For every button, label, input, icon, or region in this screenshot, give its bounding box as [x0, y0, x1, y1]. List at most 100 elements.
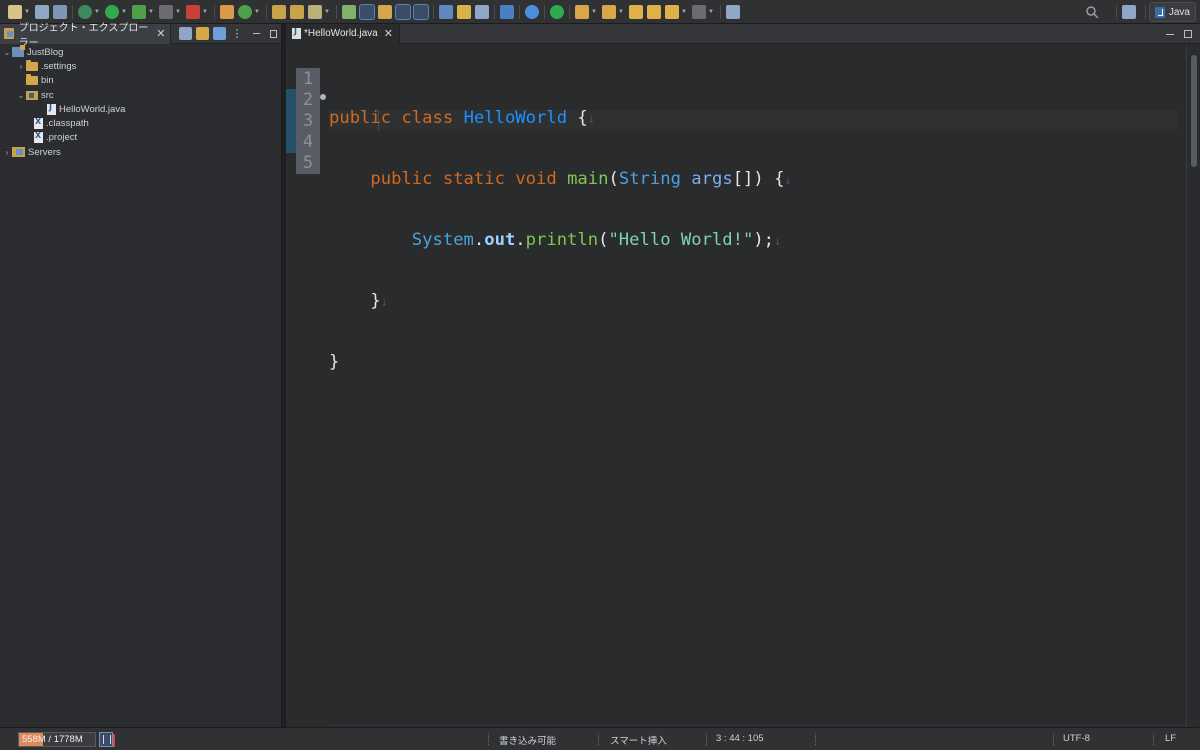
- chevron-down-icon[interactable]: ▼: [148, 7, 154, 17]
- open-task-icon[interactable]: [290, 4, 304, 19]
- tab-helloworld-java[interactable]: *HelloWorld.java ✕: [286, 23, 400, 44]
- filter-icon[interactable]: [212, 27, 226, 40]
- close-icon[interactable]: ✕: [156, 27, 165, 40]
- chevron-down-icon[interactable]: ▼: [24, 7, 30, 17]
- punctuation-token: }: [329, 352, 340, 372]
- word-wrap-icon[interactable]: [395, 3, 411, 20]
- tab-project-explorer[interactable]: プロジェクト・エクスプローラー ✕: [0, 23, 171, 49]
- chevron-down-icon[interactable]: ⌄: [2, 48, 12, 57]
- garbage-collect-icon[interactable]: [99, 732, 113, 747]
- code-line-4: }↓: [329, 291, 792, 312]
- vertical-scrollbar[interactable]: [1186, 45, 1200, 737]
- sync-icon[interactable]: [457, 4, 471, 19]
- run-icon[interactable]: [105, 4, 119, 19]
- tree-item-project[interactable]: .project: [0, 131, 281, 145]
- folder-icon: [26, 74, 38, 86]
- source-folder-icon: [26, 90, 38, 100]
- chevron-down-icon[interactable]: ▼: [324, 7, 330, 17]
- tree-item-classpath[interactable]: .classpath: [0, 116, 281, 130]
- minimize-icon[interactable]: [1166, 33, 1174, 35]
- close-icon[interactable]: ✕: [384, 27, 393, 40]
- spelling-icon[interactable]: [439, 4, 453, 19]
- view-menu-icon[interactable]: ⋮: [232, 27, 243, 40]
- chevron-down-icon[interactable]: ▼: [175, 7, 181, 17]
- override-indicator-icon[interactable]: [320, 94, 326, 100]
- line-delimiter-status[interactable]: LF: [1165, 733, 1176, 744]
- settings-gear-icon[interactable]: [525, 4, 539, 19]
- project-icon: [12, 45, 25, 58]
- punctuation-token: .: [473, 230, 485, 250]
- view-toolbar: ⋮: [177, 27, 247, 40]
- chevron-down-icon[interactable]: ▼: [618, 7, 624, 17]
- line-ending-marker: ↓: [784, 173, 792, 187]
- heap-status[interactable]: 558M / 1778M: [18, 732, 115, 747]
- external-tools-icon[interactable]: [186, 4, 200, 19]
- line-ending-marker: ↓: [380, 295, 388, 309]
- tree-item-helloworld-java[interactable]: HelloWorld.java: [0, 102, 281, 116]
- tree-item-settings[interactable]: › .settings: [0, 59, 281, 73]
- chevron-down-icon[interactable]: ▼: [121, 7, 127, 17]
- code-line-3: System.out.println("Hello World!");↓: [329, 230, 792, 251]
- maximize-icon[interactable]: [269, 29, 277, 38]
- server-start-icon[interactable]: [550, 4, 564, 19]
- back-arrow-icon[interactable]: [665, 4, 679, 19]
- chevron-right-icon[interactable]: ›: [2, 148, 12, 157]
- tree-item-src[interactable]: ⌄ src: [0, 88, 281, 102]
- code-editor[interactable]: 1 2 3 4 5 public class HelloWorld {↓ pub…: [286, 45, 1200, 737]
- tree-item-label: src: [41, 89, 54, 101]
- chevron-right-icon[interactable]: ›: [16, 62, 26, 71]
- chevron-down-icon[interactable]: ▼: [708, 7, 714, 17]
- forward-arrow-icon[interactable]: [692, 4, 706, 19]
- maximize-icon[interactable]: [1184, 30, 1192, 38]
- back-icon[interactable]: [647, 4, 661, 19]
- chevron-down-icon[interactable]: ▼: [254, 7, 260, 17]
- cursor-position: 3 : 44 : 105: [716, 733, 764, 744]
- new-icon[interactable]: [8, 4, 22, 19]
- punctuation-token: (: [608, 169, 619, 189]
- save-all-icon[interactable]: [53, 4, 67, 19]
- mark-occurrences-icon[interactable]: [359, 3, 375, 20]
- debug-icon[interactable]: [78, 4, 92, 19]
- new-class-icon[interactable]: [238, 4, 252, 19]
- show-whitespace-icon[interactable]: [413, 3, 429, 20]
- chevron-down-icon[interactable]: ▼: [681, 7, 687, 17]
- chevron-down-icon[interactable]: ▼: [202, 7, 208, 17]
- chevron-down-icon[interactable]: ▼: [94, 7, 100, 17]
- stop-icon[interactable]: [159, 4, 173, 19]
- editor-tabbar: *HelloWorld.java ✕: [286, 23, 1200, 44]
- java-perspective-button[interactable]: Java: [1148, 2, 1196, 22]
- toolbar-right: Java: [1085, 0, 1200, 24]
- project-explorer-tab-label: プロジェクト・エクスプローラー: [18, 22, 149, 49]
- link-with-editor-icon[interactable]: [195, 27, 209, 40]
- new-java-project-icon[interactable]: [220, 4, 234, 19]
- tree-item-bin[interactable]: bin: [0, 74, 281, 88]
- search-tool-icon[interactable]: [308, 4, 322, 19]
- last-edit-icon[interactable]: [629, 4, 643, 19]
- minimize-icon[interactable]: [252, 33, 260, 34]
- previous-annotation-icon[interactable]: [602, 4, 616, 19]
- coverage-icon[interactable]: [132, 4, 146, 19]
- collapse-all-icon[interactable]: [178, 27, 192, 40]
- encoding-status[interactable]: UTF-8: [1063, 733, 1090, 744]
- breadcrumb-toggle-icon[interactable]: [342, 4, 356, 19]
- annotation-icon[interactable]: [475, 4, 489, 19]
- line-number-ruler: 1 2 3 4 5: [296, 68, 320, 174]
- chevron-down-icon[interactable]: ▼: [591, 7, 597, 17]
- type-token: String: [618, 169, 681, 189]
- next-annotation-icon[interactable]: [575, 4, 589, 19]
- save-icon[interactable]: [35, 4, 49, 19]
- open-perspective-icon[interactable]: [1121, 5, 1136, 19]
- search-icon[interactable]: [1085, 5, 1099, 19]
- toolbar-separator: [519, 4, 520, 19]
- heap-text: 558M / 1778M: [22, 734, 83, 745]
- keyword-token: public: [329, 108, 392, 128]
- console-icon[interactable]: [500, 4, 514, 19]
- java-file-icon: [47, 103, 56, 115]
- pin-editor-icon[interactable]: [726, 4, 740, 19]
- tree-item-servers[interactable]: › Servers: [0, 145, 281, 159]
- scrollbar-thumb[interactable]: [1191, 55, 1197, 167]
- toolbar-separator: [266, 4, 267, 19]
- open-type-icon[interactable]: [272, 4, 286, 19]
- block-selection-icon[interactable]: [378, 4, 392, 19]
- chevron-down-icon[interactable]: ⌄: [16, 91, 26, 100]
